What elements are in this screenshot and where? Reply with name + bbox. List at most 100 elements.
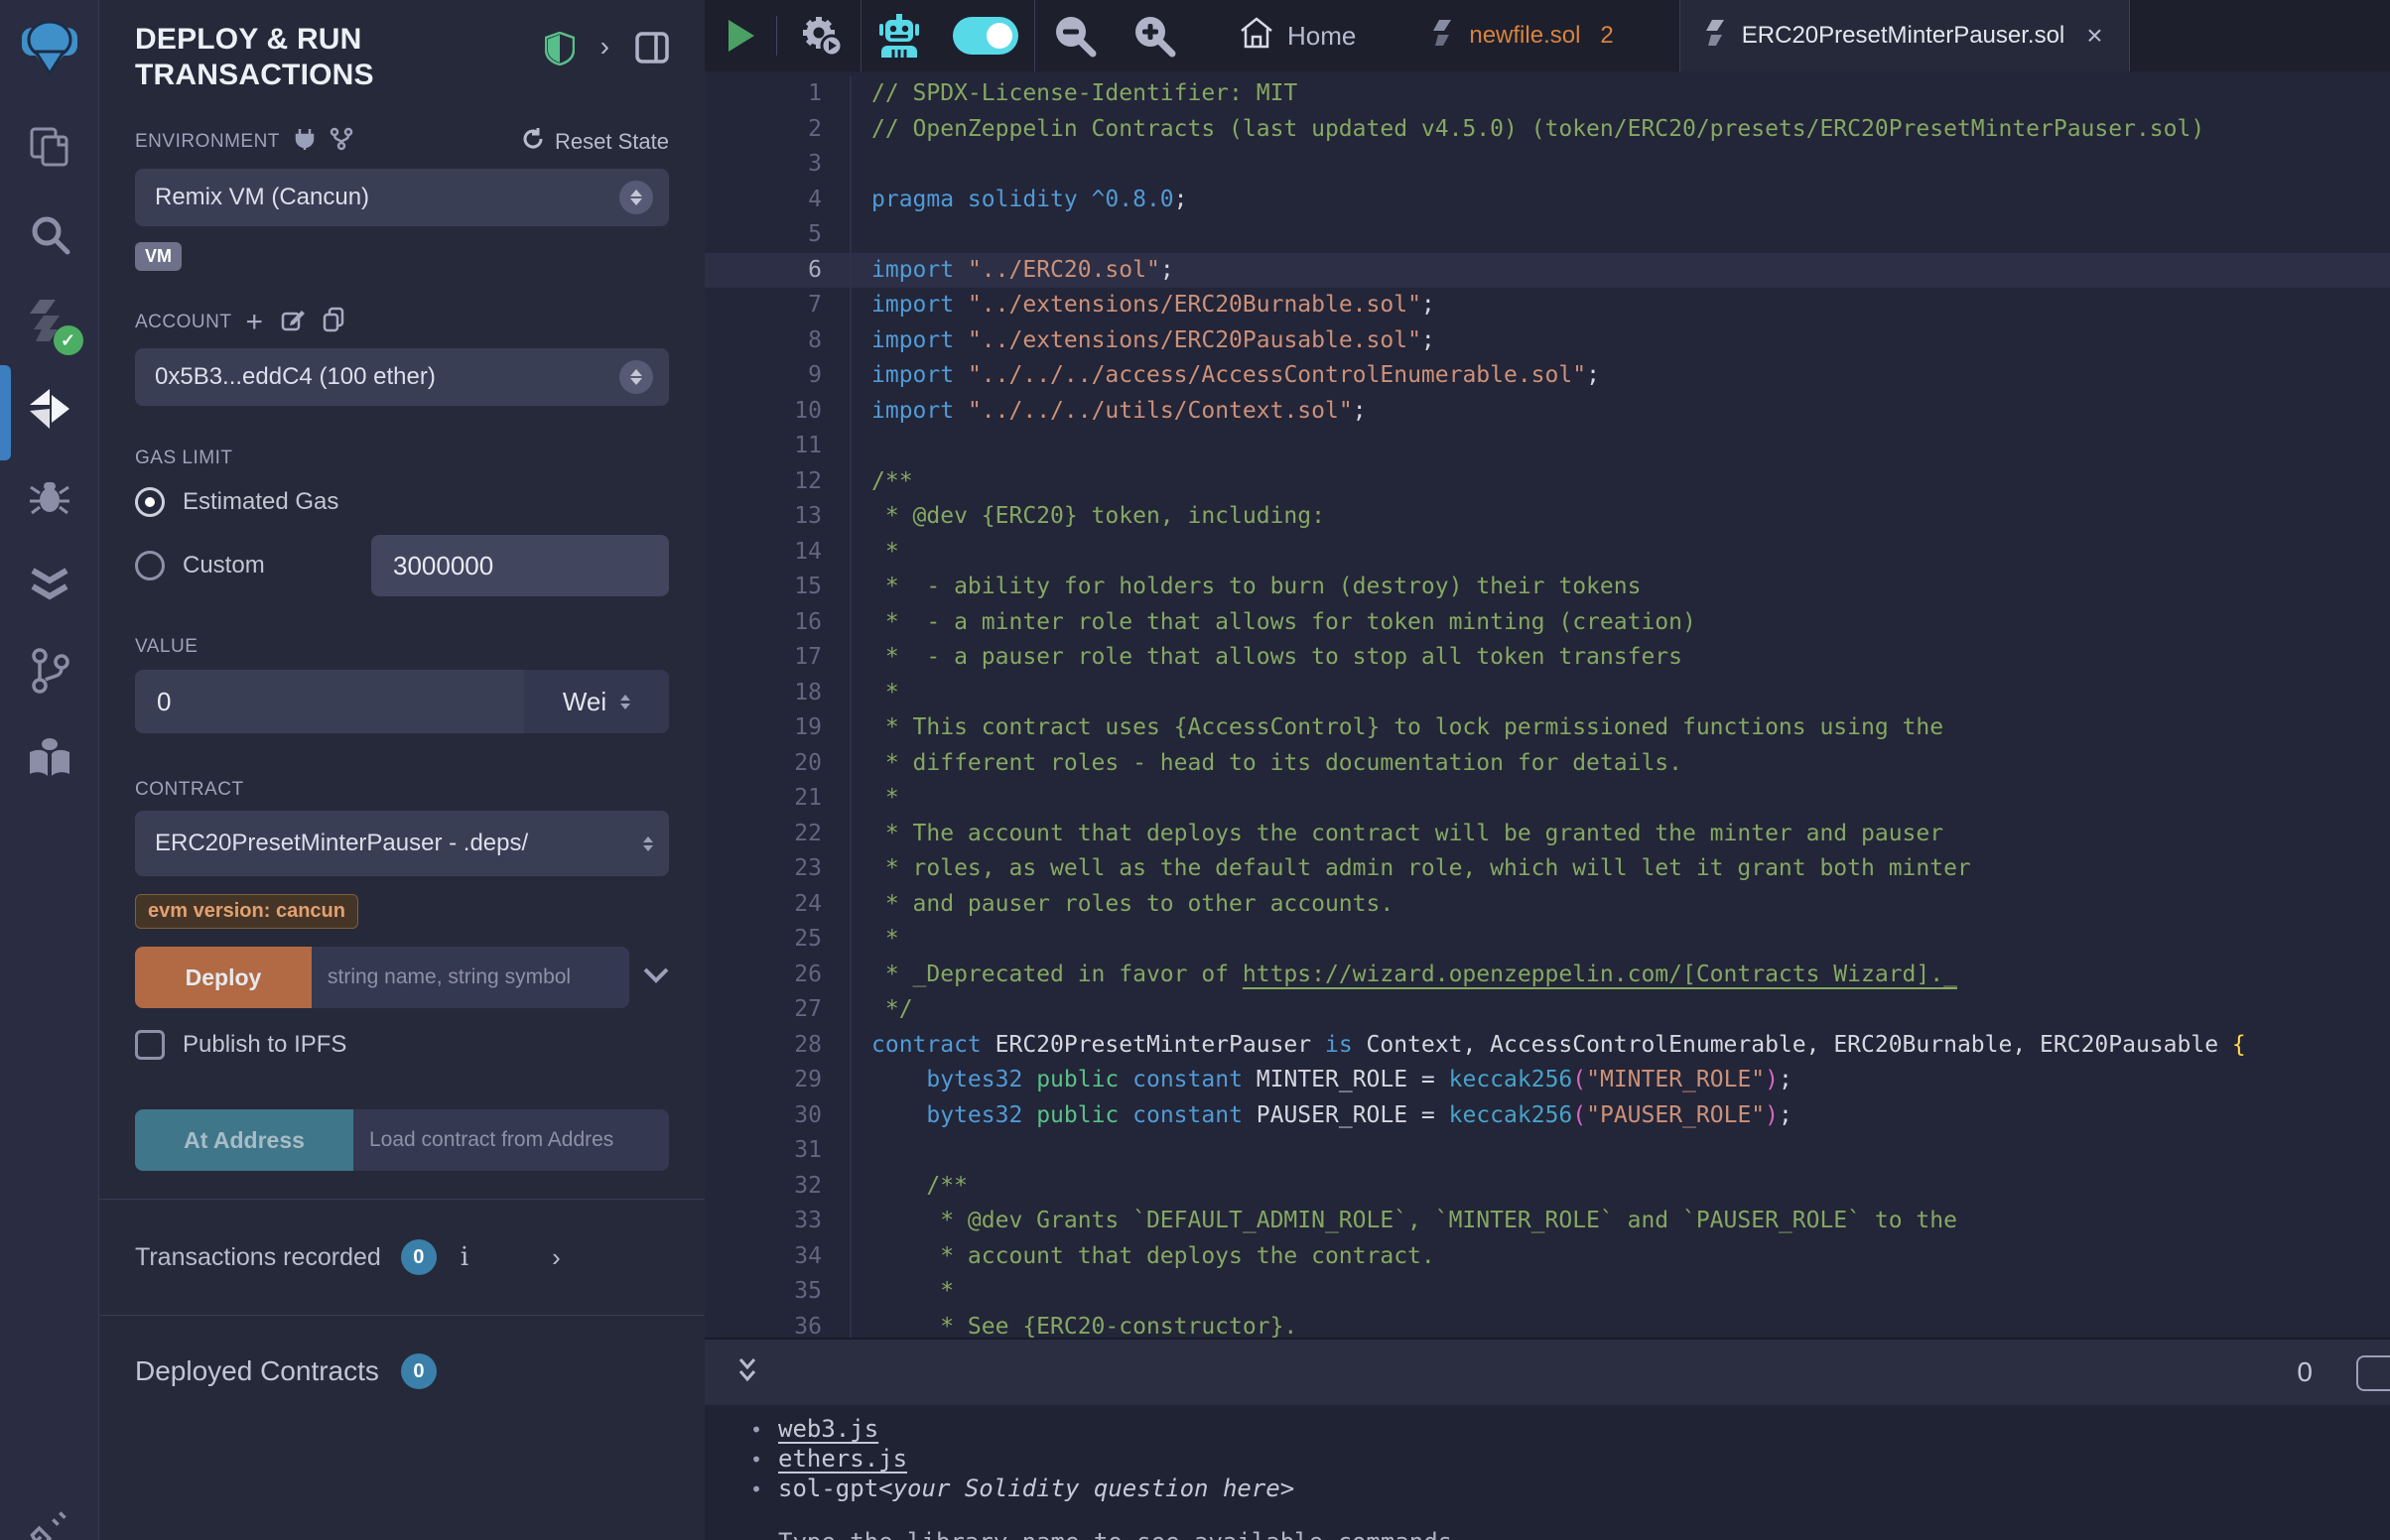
reset-state-button[interactable]: Reset State xyxy=(521,127,669,157)
publish-ipfs-checkbox[interactable] xyxy=(135,1030,165,1060)
ai-copilot-toggle[interactable] xyxy=(953,17,1018,55)
code-line[interactable]: 17 * - a pauser role that allows to stop… xyxy=(705,640,2390,676)
info-icon[interactable]: i xyxy=(461,1242,468,1272)
terminal-list-item[interactable]: •web3.js xyxy=(750,1415,2390,1445)
transactions-recorded-section[interactable]: Transactions recorded 0 i › xyxy=(135,1200,669,1315)
plug-icon[interactable] xyxy=(294,127,316,157)
code-line[interactable]: 10import "../../../utils/Context.sol"; xyxy=(705,394,2390,430)
code-line[interactable]: 26 * _Deprecated in favor of https://wiz… xyxy=(705,958,2390,993)
code-line[interactable]: 28contract ERC20PresetMinterPauser is Co… xyxy=(705,1028,2390,1064)
code-line[interactable]: 19 * This contract uses {AccessControl} … xyxy=(705,710,2390,746)
plugin-manager-icon[interactable] xyxy=(26,1509,71,1540)
deploy-button[interactable]: Deploy xyxy=(135,947,312,1008)
collapse-panel-icon[interactable]: › xyxy=(600,32,609,62)
line-number: 9 xyxy=(705,358,852,394)
code-line[interactable]: 1// SPDX-License-Identifier: MIT xyxy=(705,76,2390,112)
copy-account-icon[interactable] xyxy=(323,307,344,338)
code-line[interactable]: 23 * roles, as well as the default admin… xyxy=(705,851,2390,887)
tab-erc20presetminterpauser[interactable]: ERC20PresetMinterPauser.sol × xyxy=(1679,0,2130,71)
zoom-in-icon[interactable] xyxy=(1115,0,1194,71)
pin-panel-icon[interactable] xyxy=(635,32,669,68)
run-script-button[interactable] xyxy=(705,0,770,71)
code-line[interactable]: 27 */ xyxy=(705,992,2390,1028)
terminal-search-box[interactable] xyxy=(2356,1355,2390,1391)
line-number: 6 xyxy=(705,253,852,289)
code-line[interactable]: 15 * - ability for holders to burn (dest… xyxy=(705,570,2390,605)
code-editor[interactable]: 1// SPDX-License-Identifier: MIT2// Open… xyxy=(705,71,2390,1338)
unit-testing-icon[interactable] xyxy=(22,556,77,611)
tab-home[interactable]: Home xyxy=(1214,0,1382,71)
code-line[interactable]: 14 * xyxy=(705,535,2390,571)
debugger-icon[interactable] xyxy=(22,468,77,524)
contract-select[interactable]: ERC20PresetMinterPauser - .deps/ xyxy=(135,811,669,876)
git-icon[interactable] xyxy=(22,643,77,699)
code-line[interactable]: 22 * The account that deploys the contra… xyxy=(705,817,2390,852)
file-explorer-icon[interactable] xyxy=(22,119,77,175)
code-line[interactable]: 11 xyxy=(705,429,2390,464)
estimated-gas-radio[interactable] xyxy=(135,487,165,517)
code-line[interactable]: 31 xyxy=(705,1133,2390,1169)
code-line[interactable]: 36 * See {ERC20-constructor}. xyxy=(705,1310,2390,1339)
code-line[interactable]: 18 * xyxy=(705,676,2390,711)
code-line[interactable]: 7import "../extensions/ERC20Burnable.sol… xyxy=(705,288,2390,323)
code-line[interactable]: 34 * account that deploys the contract. xyxy=(705,1239,2390,1275)
code-line[interactable]: 33 * @dev Grants `DEFAULT_ADMIN_ROLE`, `… xyxy=(705,1204,2390,1239)
terminal-list-item[interactable]: •ethers.js xyxy=(750,1445,2390,1475)
collapse-terminal-icon[interactable] xyxy=(732,1353,762,1392)
chevron-right-icon[interactable]: › xyxy=(552,1242,561,1273)
evm-version-badge: evm version: cancun xyxy=(135,894,358,929)
code-line[interactable]: 16 * - a minter role that allows for tok… xyxy=(705,605,2390,641)
environment-select[interactable]: Remix VM (Cancun) xyxy=(135,169,669,226)
line-number: 4 xyxy=(705,183,852,218)
ai-copilot-icon[interactable] xyxy=(862,0,937,71)
gas-limit-label: GAS LIMIT xyxy=(135,448,669,469)
code-line[interactable]: 9import "../../../access/AccessControlEn… xyxy=(705,358,2390,394)
edit-account-icon[interactable] xyxy=(281,308,305,337)
estimated-gas-option[interactable]: Estimated Gas xyxy=(135,487,669,517)
line-number: 30 xyxy=(705,1098,852,1134)
code-line[interactable]: 12/** xyxy=(705,464,2390,500)
custom-gas-input[interactable] xyxy=(371,535,669,596)
deploy-args-input[interactable] xyxy=(312,947,629,1008)
at-address-button[interactable]: At Address xyxy=(135,1109,353,1171)
learneth-icon[interactable] xyxy=(22,730,77,786)
deploy-run-icon[interactable] xyxy=(22,381,77,437)
at-address-input[interactable] xyxy=(353,1109,669,1171)
add-account-icon[interactable]: + xyxy=(245,313,263,332)
editor-tabbar: Home newfile.sol 2 xyxy=(705,0,2390,71)
code-line[interactable]: 5 xyxy=(705,217,2390,253)
code-line[interactable]: 20 * different roles - head to its docum… xyxy=(705,746,2390,782)
code-line[interactable]: 30 bytes32 public constant PAUSER_ROLE =… xyxy=(705,1098,2390,1134)
code-line[interactable]: 2// OpenZeppelin Contracts (last updated… xyxy=(705,112,2390,148)
code-line[interactable]: 4pragma solidity ^0.8.0; xyxy=(705,183,2390,218)
code-line[interactable]: 21 * xyxy=(705,781,2390,817)
code-line[interactable]: 35 * xyxy=(705,1274,2390,1310)
chevron-down-icon[interactable] xyxy=(643,966,669,989)
solidity-compiler-icon[interactable]: ✓ xyxy=(22,294,77,349)
code-line[interactable]: 13 * @dev {ERC20} token, including: xyxy=(705,499,2390,535)
code-line[interactable]: 3 xyxy=(705,147,2390,183)
publish-ipfs-option[interactable]: Publish to IPFS xyxy=(135,1030,669,1060)
line-number: 24 xyxy=(705,887,852,923)
terminal-output[interactable]: •web3.js•ethers.js•sol-gpt <your Solidit… xyxy=(705,1405,2390,1540)
value-unit-select[interactable]: Wei xyxy=(524,670,669,733)
fork-vm-icon[interactable] xyxy=(330,127,353,157)
value-input[interactable] xyxy=(135,670,524,733)
code-line[interactable]: 32 /** xyxy=(705,1169,2390,1205)
code-line[interactable]: 24 * and pauser roles to other accounts. xyxy=(705,887,2390,923)
code-line[interactable]: 8import "../extensions/ERC20Pausable.sol… xyxy=(705,323,2390,359)
script-config-button[interactable] xyxy=(783,0,861,71)
line-number: 13 xyxy=(705,499,852,535)
terminal-list-item[interactable]: •sol-gpt <your Solidity question here> xyxy=(750,1475,2390,1504)
code-line[interactable]: 29 bytes32 public constant MINTER_ROLE =… xyxy=(705,1063,2390,1098)
custom-gas-option[interactable]: Custom xyxy=(135,551,265,580)
code-line[interactable]: 6import "../ERC20.sol"; xyxy=(705,253,2390,289)
custom-gas-radio[interactable] xyxy=(135,551,165,580)
close-icon[interactable]: × xyxy=(2086,20,2102,52)
zoom-out-icon[interactable] xyxy=(1035,0,1115,71)
search-icon[interactable] xyxy=(22,206,77,262)
code-line[interactable]: 25 * xyxy=(705,922,2390,958)
tab-newfile[interactable]: newfile.sol 2 xyxy=(1407,0,1639,71)
remix-logo[interactable] xyxy=(16,12,83,87)
account-select[interactable]: 0x5B3...eddC4 (100 ether) xyxy=(135,348,669,406)
